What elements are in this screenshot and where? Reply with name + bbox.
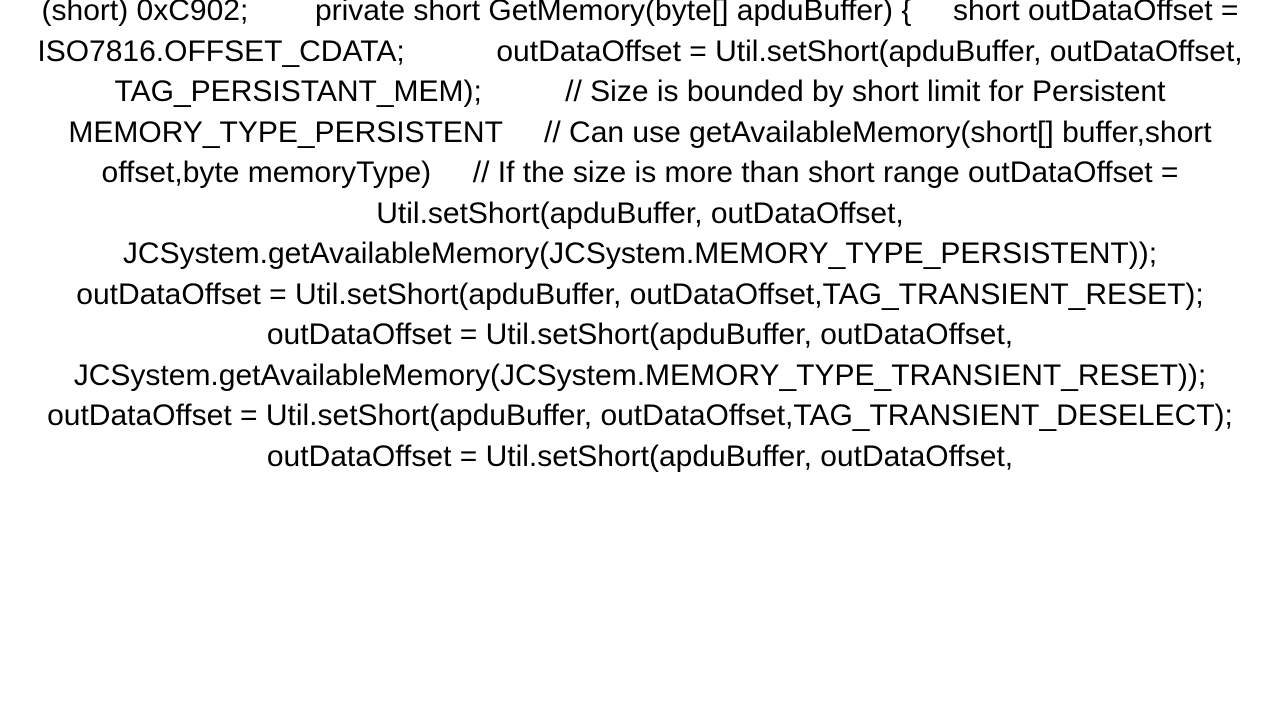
code-text-viewport: (short) 0xC902; private short GetMemory(…	[0, 0, 1280, 720]
code-text-body: (short) 0xC902; private short GetMemory(…	[37, 0, 1243, 473]
